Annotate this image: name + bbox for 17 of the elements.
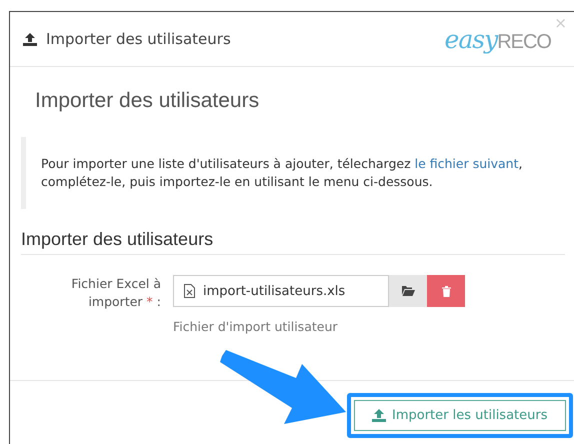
help-text: Fichier d'import utilisateur: [173, 319, 339, 334]
upload-icon: [372, 409, 386, 422]
section-title: Importer des utilisateurs: [21, 229, 565, 255]
import-button[interactable]: Importer les utilisateurs: [354, 400, 566, 431]
folder-icon: [402, 286, 414, 296]
info-text: Pour importer une liste d'utilisateurs à ajouter, télechargez le fichier suivant, complétez-le, puis importez-le en utilisant le menu ci-dessous.: [21, 137, 565, 209]
file-link[interactable]: le fichier suivant: [414, 156, 518, 171]
upload-icon: [23, 32, 37, 46]
page-title: Importer des utilisateurs: [34, 89, 260, 113]
dialog-title: Importer des utilisateurs: [46, 30, 231, 48]
field-label: Fichier Excel à importer * :: [70, 275, 161, 311]
trash-icon: [442, 286, 450, 296]
delete-button[interactable]: [427, 275, 465, 307]
logo: easyRECO: [444, 24, 551, 54]
browse-button[interactable]: [389, 275, 427, 307]
file-field[interactable]: import-utilisateurs.xls: [173, 275, 389, 307]
excel-file-icon: [184, 284, 195, 298]
